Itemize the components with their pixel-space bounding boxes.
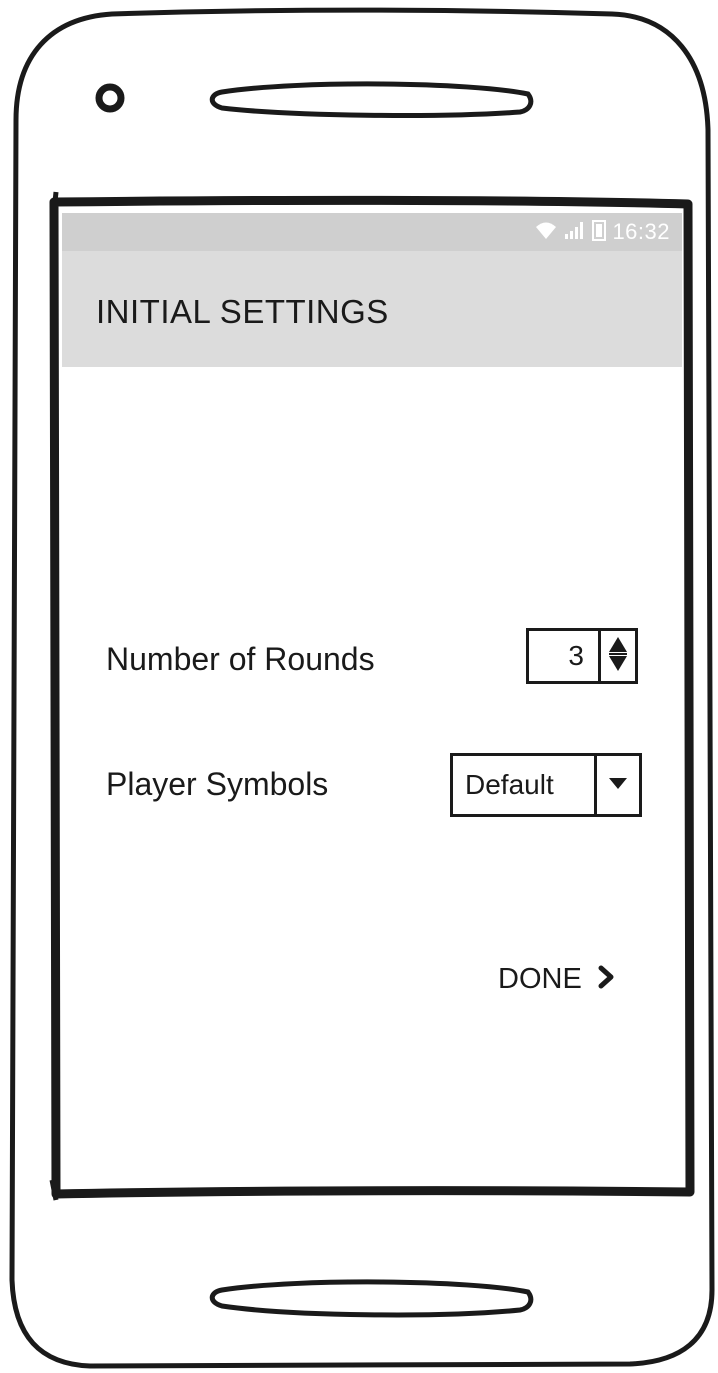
rounds-stepper[interactable]: 3 <box>526 628 638 684</box>
stepper-arrows[interactable] <box>598 631 635 681</box>
home-bar <box>209 1279 534 1318</box>
status-bar: 16:32 <box>62 213 682 251</box>
status-icons: 16:32 <box>534 218 670 246</box>
camera-icon <box>95 83 125 113</box>
rounds-label: Number of Rounds <box>106 641 375 677</box>
done-button[interactable]: DONE <box>498 959 614 999</box>
chevron-right-icon[interactable] <box>598 965 614 994</box>
screen: 16:32 INITIAL SETTINGS Number of Rounds … <box>62 213 682 1181</box>
symbols-value[interactable]: Default <box>453 756 594 814</box>
symbols-select[interactable]: Default <box>450 753 642 817</box>
caret-down-icon[interactable] <box>607 776 629 795</box>
page-title: INITIAL SETTINGS <box>96 293 389 330</box>
speaker-slot <box>209 81 534 118</box>
rounds-value[interactable]: 3 <box>529 631 598 681</box>
stepper-up-down-icon[interactable] <box>607 634 629 679</box>
wifi-icon <box>534 220 558 245</box>
battery-icon <box>592 219 607 246</box>
status-time: 16:32 <box>612 219 670 244</box>
done-label[interactable]: DONE <box>498 963 582 996</box>
signal-icon <box>564 220 586 245</box>
symbols-label: Player Symbols <box>106 766 329 802</box>
select-toggle[interactable] <box>594 756 639 814</box>
app-bar: INITIAL SETTINGS <box>62 251 682 367</box>
